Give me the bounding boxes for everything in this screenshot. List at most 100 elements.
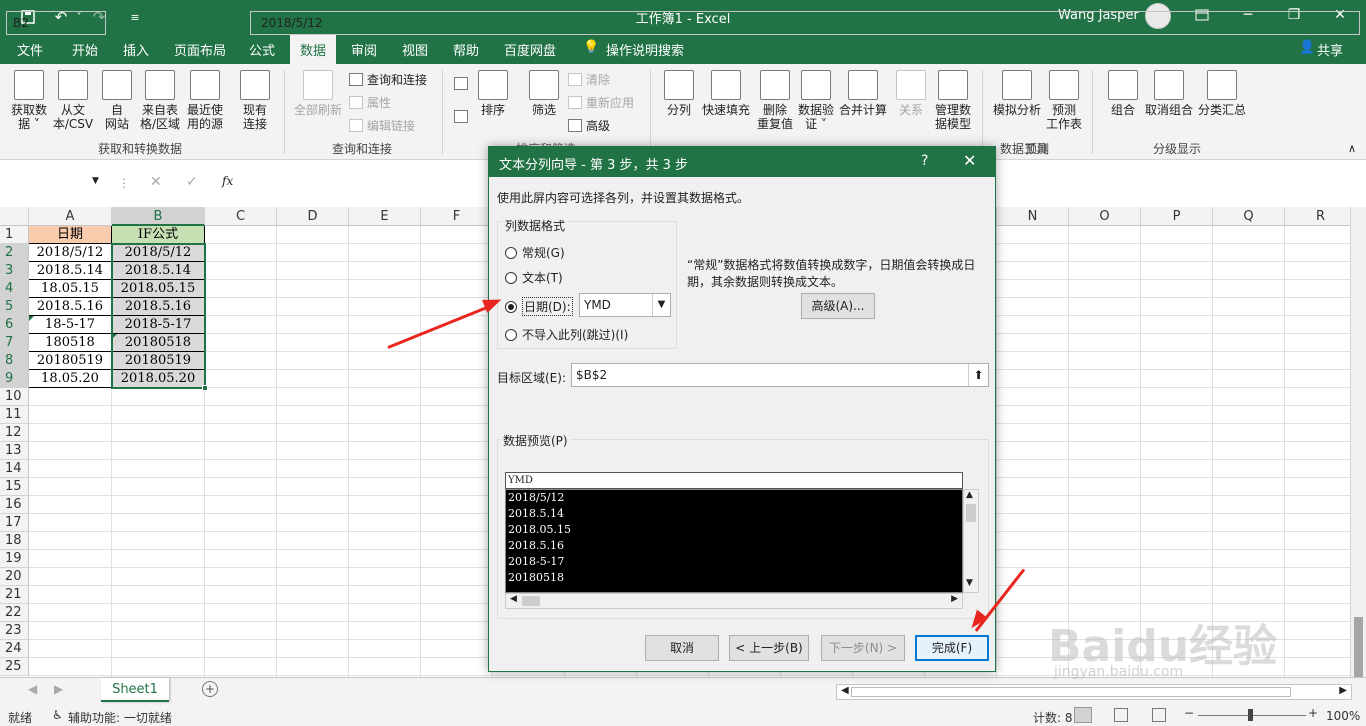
cell-a8[interactable]: 20180519 bbox=[29, 352, 112, 370]
column-header-c[interactable]: C bbox=[205, 207, 277, 226]
accessibility-status[interactable]: 辅助功能: 一切就绪 bbox=[68, 709, 172, 726]
from-text-csv-button[interactable]: 从文 本/CSV bbox=[50, 70, 96, 131]
tab-insert[interactable]: 插入 bbox=[123, 40, 149, 59]
row-header-12[interactable]: 12 bbox=[0, 424, 29, 442]
row-header-14[interactable]: 14 bbox=[0, 460, 29, 478]
back-button[interactable]: < 上一步(B) bbox=[729, 635, 809, 661]
row-header-24[interactable]: 24 bbox=[0, 640, 29, 658]
cell-a1[interactable]: 日期 bbox=[29, 226, 112, 244]
remove-duplicates-button[interactable]: 删除 重复值 bbox=[754, 70, 796, 131]
group-button[interactable]: 组合 bbox=[1104, 70, 1142, 117]
date-format-select[interactable]: YMD ▼ bbox=[579, 293, 671, 317]
cell-b1[interactable]: IF公式 bbox=[112, 226, 205, 244]
cell-b5[interactable]: 2018.5.16 bbox=[112, 298, 205, 316]
page-break-view-icon[interactable] bbox=[1152, 708, 1166, 722]
add-sheet-icon[interactable]: + bbox=[202, 681, 218, 697]
advanced-button[interactable]: 高级(A)... bbox=[801, 293, 875, 319]
preview-vertical-scrollbar[interactable]: ▲ ▼ bbox=[963, 489, 979, 593]
ungroup-button[interactable]: 取消组合 bbox=[1142, 70, 1196, 117]
filter-button[interactable]: 筛选 bbox=[526, 70, 562, 117]
insert-function-icon[interactable]: fx bbox=[222, 174, 233, 188]
dialog-title-bar[interactable]: 文本分列向导 - 第 3 步，共 3 步 ? ✕ bbox=[489, 147, 995, 177]
row-header-5[interactable]: 5 bbox=[0, 298, 29, 316]
cell-b2[interactable]: 2018/5/12 bbox=[112, 244, 205, 262]
column-header-f[interactable]: F bbox=[421, 207, 493, 226]
next-button[interactable]: 下一步(N) > bbox=[821, 635, 905, 661]
tab-file[interactable]: 文件 bbox=[17, 40, 43, 59]
radio-text[interactable]: 文本(T) bbox=[505, 269, 563, 286]
tab-data[interactable]: 数据 bbox=[290, 34, 337, 65]
accessibility-icon[interactable]: ♿ bbox=[52, 708, 63, 722]
cell-b6[interactable]: 2018-5-17 bbox=[112, 316, 205, 334]
share-button[interactable]: 共享 bbox=[1317, 40, 1343, 59]
forecast-sheet-button[interactable]: 预测 工作表 bbox=[1044, 70, 1084, 131]
clear-button[interactable]: 清除 bbox=[568, 71, 610, 88]
column-header-q[interactable]: Q bbox=[1213, 207, 1285, 226]
cancel-entry-icon[interactable]: ✕ bbox=[150, 174, 162, 190]
error-indicator-icon[interactable] bbox=[29, 316, 34, 321]
zoom-in-icon[interactable]: + bbox=[1308, 706, 1318, 720]
tab-view[interactable]: 视图 bbox=[402, 40, 428, 59]
properties-button[interactable]: 属性 bbox=[349, 94, 391, 111]
edit-links-button[interactable]: 编辑链接 bbox=[349, 117, 415, 134]
reapply-button[interactable]: 重新应用 bbox=[568, 94, 634, 111]
cell-a4[interactable]: 18.05.15 bbox=[29, 280, 112, 298]
scroll-right-icon[interactable]: ▶ bbox=[1339, 685, 1347, 696]
radio-date[interactable]: 日期(D): bbox=[505, 297, 573, 316]
help-icon[interactable]: ? bbox=[921, 153, 928, 169]
next-sheet-icon[interactable]: ▶ bbox=[54, 682, 63, 696]
column-header-n[interactable]: N bbox=[997, 207, 1069, 226]
column-header-e[interactable]: E bbox=[349, 207, 421, 226]
prev-sheet-icon[interactable]: ◀ bbox=[28, 682, 37, 696]
cell-a7[interactable]: 180518 bbox=[29, 334, 112, 352]
scroll-down-icon[interactable]: ▼ bbox=[966, 578, 973, 588]
sort-ascending-icon[interactable] bbox=[454, 77, 468, 90]
row-header-18[interactable]: 18 bbox=[0, 532, 29, 550]
error-indicator-icon[interactable] bbox=[112, 334, 117, 339]
formula-options-icon[interactable]: ⋮ bbox=[118, 176, 130, 190]
row-header-23[interactable]: 23 bbox=[0, 622, 29, 640]
row-header-3[interactable]: 3 bbox=[0, 262, 29, 280]
scroll-thumb[interactable] bbox=[1354, 617, 1363, 677]
column-header-d[interactable]: D bbox=[277, 207, 349, 226]
flash-fill-button[interactable]: 快速填充 bbox=[700, 70, 752, 117]
zoom-level[interactable]: 100% bbox=[1326, 709, 1360, 723]
cell-a5[interactable]: 2018.5.16 bbox=[29, 298, 112, 316]
relationships-button[interactable]: 关系 bbox=[892, 70, 930, 117]
tab-page-layout[interactable]: 页面布局 bbox=[174, 40, 226, 59]
cell-b3[interactable]: 2018.5.14 bbox=[112, 262, 205, 280]
column-header-a[interactable]: A bbox=[29, 207, 112, 226]
cancel-button[interactable]: 取消 bbox=[645, 635, 719, 661]
tab-baidu-netdisk[interactable]: 百度网盘 bbox=[504, 40, 556, 59]
data-validation-button[interactable]: 数据验 证 ˅ bbox=[796, 70, 836, 131]
scroll-thumb[interactable] bbox=[966, 504, 976, 522]
cell-a6[interactable]: 18-5-17 bbox=[29, 316, 112, 334]
confirm-entry-icon[interactable]: ✓ bbox=[186, 174, 198, 190]
select-all-corner[interactable] bbox=[0, 207, 29, 226]
cell-a2[interactable]: 2018/5/12 bbox=[29, 244, 112, 262]
tab-review[interactable]: 审阅 bbox=[351, 40, 377, 59]
scroll-up-icon[interactable]: ▲ bbox=[966, 490, 973, 500]
fill-handle[interactable] bbox=[202, 385, 208, 391]
cell-b7[interactable]: 20180518 bbox=[112, 334, 205, 352]
zoom-out-icon[interactable]: − bbox=[1184, 706, 1194, 720]
page-layout-view-icon[interactable] bbox=[1114, 708, 1128, 722]
existing-connections-button[interactable]: 现有 连接 bbox=[236, 70, 274, 131]
radio-skip-column[interactable]: 不导入此列(跳过)(I) bbox=[505, 326, 628, 343]
close-icon[interactable]: ✕ bbox=[963, 151, 976, 170]
formula-input[interactable]: 2018/5/12 bbox=[250, 11, 1360, 35]
name-box[interactable]: B2 bbox=[6, 11, 106, 35]
radio-general[interactable]: 常规(G) bbox=[505, 244, 565, 261]
cell-b9[interactable]: 2018.05.20 bbox=[112, 370, 205, 388]
normal-view-icon[interactable] bbox=[1074, 707, 1092, 723]
row-header-15[interactable]: 15 bbox=[0, 478, 29, 496]
preview-column-header[interactable]: YMD bbox=[505, 472, 963, 489]
row-header-7[interactable]: 7 bbox=[0, 334, 29, 352]
sort-descending-icon[interactable] bbox=[454, 110, 468, 123]
manage-data-model-button[interactable]: 管理数 据模型 bbox=[932, 70, 974, 131]
preview-horizontal-scrollbar[interactable]: ◀ ▶ bbox=[505, 593, 963, 609]
subtotal-button[interactable]: 分类汇总 bbox=[1196, 70, 1248, 117]
column-header-p[interactable]: P bbox=[1141, 207, 1213, 226]
row-header-13[interactable]: 13 bbox=[0, 442, 29, 460]
scroll-left-icon[interactable]: ◀ bbox=[510, 594, 517, 604]
